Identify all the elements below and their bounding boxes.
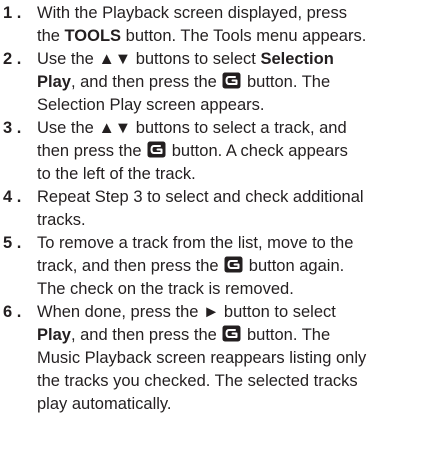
step-number: 4 . (3, 188, 22, 206)
step-number: 3 . (3, 119, 22, 137)
step-line: Play, and then press the button. The (37, 71, 441, 94)
step-line: Repeat Step 3 to select and check additi… (37, 186, 441, 209)
text-run: Music Playback screen reappears listing … (37, 349, 367, 367)
step-line: Use the ▲▼ buttons to select Selection (37, 48, 441, 71)
step-line: Music Playback screen reappears listing … (37, 347, 441, 370)
bold-term: Play (37, 73, 71, 91)
text-run: button. The (242, 326, 331, 344)
text-run: To remove a track from the list, move to… (37, 234, 354, 252)
text-run: to the left of the track. (37, 165, 196, 183)
step-line: tracks. (37, 209, 441, 232)
text-run: Repeat Step 3 to select and check additi… (37, 188, 364, 206)
text-run: button. The Tools menu appears. (121, 27, 367, 45)
step-text: Use the ▲▼ buttons to select a track, an… (37, 117, 441, 186)
text-run: With the Playback screen displayed, pres… (37, 4, 347, 22)
enter-button-icon (222, 325, 241, 342)
step-text: When done, press the ► button to select P… (37, 301, 441, 416)
text-run: The check on the track is removed. (37, 280, 294, 298)
step-line: the TOOLS button. The Tools menu appears… (37, 25, 441, 48)
step-text: To remove a track from the list, move to… (37, 232, 441, 301)
text-run: Use the ▲▼ buttons to select (37, 50, 261, 68)
step-line: then press the button. A check appears (37, 140, 441, 163)
step-line: Selection Play screen appears. (37, 94, 441, 117)
instruction-document: 1 . With the Playback screen displayed, … (0, 0, 444, 466)
text-run: tracks. (37, 211, 86, 229)
step-line: to the left of the track. (37, 163, 441, 186)
text-run: , and then press the (70, 326, 222, 344)
bold-term: Play (37, 326, 71, 344)
text-run: button. The (242, 73, 331, 91)
text-run: the (37, 27, 65, 45)
text-run: , and then press the (70, 73, 222, 91)
step-line: the tracks you checked. The selected tra… (37, 370, 441, 393)
step-line: Use the ▲▼ buttons to select a track, an… (37, 117, 441, 140)
step-text: Repeat Step 3 to select and check additi… (37, 186, 441, 232)
step-number: 5 . (3, 234, 22, 252)
step-line: play automatically. (37, 393, 441, 416)
step-line: When done, press the ► button to select (37, 301, 441, 324)
text-run: Selection Play screen appears. (37, 96, 265, 114)
text-run: Use the ▲▼ buttons to select a track, an… (37, 119, 347, 137)
step-line: With the Playback screen displayed, pres… (37, 2, 441, 25)
step-line: Play, and then press the button. The (37, 324, 441, 347)
enter-button-icon (222, 72, 241, 89)
step-number: 2 . (3, 50, 22, 68)
enter-button-icon (147, 141, 166, 158)
text-run: When done, press the ► button to select (37, 303, 336, 321)
step-line: To remove a track from the list, move to… (37, 232, 441, 255)
step-text: Use the ▲▼ buttons to select Selection Pl… (37, 48, 441, 117)
text-run: the tracks you checked. The selected tra… (37, 372, 358, 390)
text-run: play automatically. (37, 395, 172, 413)
text-run: track, and then press the (37, 257, 224, 275)
text-run: button again. (244, 257, 345, 275)
text-run: then press the (37, 142, 147, 160)
step-number: 1 . (3, 4, 22, 22)
bold-term: TOOLS (64, 27, 122, 45)
step-number: 6 . (3, 303, 22, 321)
step-line: The check on the track is removed. (37, 278, 441, 301)
step-text: With the Playback screen displayed, pres… (37, 2, 441, 48)
enter-button-icon (224, 256, 243, 273)
step-line: track, and then press the button again. (37, 255, 441, 278)
bold-term: Selection (260, 50, 334, 68)
text-run: button. A check appears (167, 142, 348, 160)
